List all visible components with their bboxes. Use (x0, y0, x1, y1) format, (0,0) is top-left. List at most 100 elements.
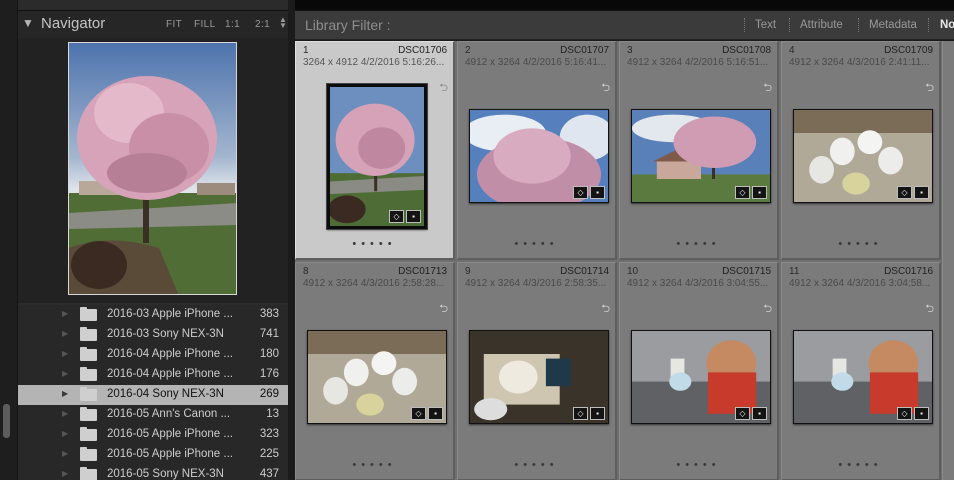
navigator-preview[interactable] (18, 38, 288, 303)
keyword-tag-icon[interactable]: ◇ (735, 407, 750, 420)
thumbnail[interactable]: ◇ ▪ (469, 109, 609, 203)
rating-dots[interactable]: ••••• (620, 459, 777, 471)
folder-row[interactable]: ▶ 2016-05 Apple iPhone ... 225 (18, 445, 288, 465)
rotate-icon[interactable]: ⮌ (439, 300, 448, 319)
rating-dots[interactable]: ••••• (782, 459, 939, 471)
disclosure-arrow-icon[interactable]: ▶ (62, 449, 68, 458)
filter-separator (744, 18, 745, 32)
folder-row[interactable]: ▶ 2016-03 Apple iPhone ... 383 (18, 305, 288, 325)
thumbnail[interactable]: ◇ ▪ (631, 330, 771, 424)
left-panel-scrollbar[interactable] (0, 0, 18, 480)
metadata-edit-icon[interactable]: ▪ (914, 186, 929, 199)
grid-cell[interactable]: 3 DSC01708 4912 x 3264 4/2/2016 5:16:51...… (619, 41, 779, 260)
metadata-edit-icon[interactable]: ▪ (428, 407, 443, 420)
folder-count: 269 (259, 388, 279, 400)
metadata-edit-icon[interactable]: ▪ (752, 407, 767, 420)
rating-dots[interactable]: ••••• (296, 459, 453, 471)
rotate-icon[interactable]: ⮌ (925, 300, 934, 319)
keyword-tag-icon[interactable]: ◇ (573, 407, 588, 420)
folder-row[interactable]: ▶ 2016-05 Sony NEX-3N 437 (18, 465, 288, 480)
cell-header: 10 DSC01715 4912 x 3264 4/3/2016 3:04:55..… (620, 263, 777, 290)
rating-dots[interactable]: ••••• (296, 238, 453, 250)
rating-dots[interactable]: ••••• (458, 459, 615, 471)
filter-none[interactable]: No (940, 19, 954, 31)
thumbnail[interactable]: ◇ ▪ (326, 83, 428, 230)
metadata-edit-icon[interactable]: ▪ (752, 186, 767, 199)
thumbnail-image (330, 87, 424, 226)
rotate-icon[interactable]: ⮌ (763, 300, 772, 319)
metadata-edit-icon[interactable]: ▪ (590, 186, 605, 199)
disclosure-arrow-icon[interactable]: ▶ (62, 409, 68, 418)
rotate-icon[interactable]: ⮌ (925, 79, 934, 98)
library-grid[interactable]: 1 DSC01706 3264 x 4912 4/2/2016 5:16:26...… (295, 41, 954, 480)
disclosure-arrow-icon[interactable]: ▶ (62, 309, 68, 318)
disclosure-arrow-icon[interactable]: ▶ (62, 329, 68, 338)
folder-icon (80, 407, 97, 421)
folder-row[interactable]: ▶ 2016-05 Ann's Canon ... 13 (18, 405, 288, 425)
thumbnail[interactable]: ◇ ▪ (793, 330, 933, 424)
keyword-tag-icon[interactable]: ◇ (897, 186, 912, 199)
filter-text[interactable]: Text (755, 19, 776, 31)
zoom-fill[interactable]: FILL (194, 19, 216, 30)
cell-index: 10 (627, 266, 639, 277)
folder-count: 13 (266, 408, 279, 420)
disclosure-arrow-icon[interactable]: ▶ (62, 429, 68, 438)
folder-row[interactable]: ▶ 2016-04 Apple iPhone ... 176 (18, 365, 288, 385)
rotate-icon[interactable]: ⮌ (439, 79, 448, 98)
folder-icon (80, 347, 97, 361)
cell-index: 9 (465, 266, 471, 277)
folder-name: 2016-04 Apple iPhone ... (107, 348, 233, 360)
metadata-edit-icon[interactable]: ▪ (590, 407, 605, 420)
rotate-icon[interactable]: ⮌ (601, 79, 610, 98)
folder-row[interactable]: ▶ 2016-04 Apple iPhone ... 180 (18, 345, 288, 365)
disclosure-arrow-icon[interactable]: ▶ (62, 369, 68, 378)
folder-count: 437 (259, 468, 279, 480)
folder-count: 180 (259, 348, 279, 360)
navigator-header[interactable]: ▼ Navigator FIT FILL 1:1 2:1 ▲ ▼ (18, 10, 288, 38)
grid-cell[interactable]: 2 DSC01707 4912 x 3264 4/2/2016 5:16:41...… (457, 41, 617, 260)
keyword-tag-icon[interactable]: ◇ (573, 186, 588, 199)
rating-dots[interactable]: ••••• (620, 238, 777, 250)
grid-cell[interactable]: 11 DSC01716 4912 x 3264 4/3/2016 3:04:58..… (781, 262, 941, 480)
cell-filename: DSC01708 (722, 45, 771, 56)
keyword-tag-icon[interactable]: ◇ (389, 210, 404, 223)
grid-cell[interactable]: 8 DSC01713 4912 x 3264 4/3/2016 2:58:28...… (295, 262, 455, 480)
thumbnail[interactable]: ◇ ▪ (631, 109, 771, 203)
rating-dots[interactable]: ••••• (782, 238, 939, 250)
thumbnail[interactable]: ◇ ▪ (793, 109, 933, 203)
folder-row[interactable]: ▶ 2016-03 Sony NEX-3N 741 (18, 325, 288, 345)
disclosure-arrow-icon[interactable]: ▶ (62, 349, 68, 358)
keyword-tag-icon[interactable]: ◇ (411, 407, 426, 420)
cell-metadata: 4912 x 3264 4/3/2016 2:58:35... (465, 278, 607, 289)
grid-cell[interactable]: 1 DSC01706 3264 x 4912 4/2/2016 5:16:26...… (295, 41, 455, 260)
folder-row[interactable]: ▶ 2016-05 Apple iPhone ... 323 (18, 425, 288, 445)
filter-separator (858, 18, 859, 32)
scrollbar-thumb[interactable] (3, 404, 10, 438)
zoom-fit[interactable]: FIT (166, 19, 182, 30)
cell-metadata: 4912 x 3264 4/3/2016 3:04:55... (627, 278, 769, 289)
disclosure-arrow-icon[interactable]: ▶ (62, 389, 68, 398)
metadata-edit-icon[interactable]: ▪ (914, 407, 929, 420)
folder-row[interactable]: ▶ 2016-04 Sony NEX-3N 269 (18, 385, 288, 405)
blossom-tree-image (69, 43, 236, 294)
metadata-edit-icon[interactable]: ▪ (406, 210, 421, 223)
thumbnail[interactable]: ◇ ▪ (469, 330, 609, 424)
keyword-tag-icon[interactable]: ◇ (897, 407, 912, 420)
zoom-stepper-icon[interactable]: ▲ ▼ (279, 16, 287, 30)
zoom-2-1[interactable]: 2:1 (255, 19, 270, 30)
folder-name: 2016-05 Apple iPhone ... (107, 428, 233, 440)
filter-attribute[interactable]: Attribute (800, 19, 843, 31)
collapse-triangle-icon[interactable]: ▼ (22, 16, 34, 30)
grid-cell[interactable]: 4 DSC01709 4912 x 3264 4/3/2016 2:41:11...… (781, 41, 941, 260)
rating-dots[interactable]: ••••• (458, 238, 615, 250)
grid-cell[interactable]: 9 DSC01714 4912 x 3264 4/3/2016 2:58:35...… (457, 262, 617, 480)
disclosure-arrow-icon[interactable]: ▶ (62, 469, 68, 478)
filter-metadata[interactable]: Metadata (869, 19, 917, 31)
thumbnail[interactable]: ◇ ▪ (307, 330, 447, 424)
keyword-tag-icon[interactable]: ◇ (735, 186, 750, 199)
rotate-icon[interactable]: ⮌ (601, 300, 610, 319)
grid-cell[interactable]: 10 DSC01715 4912 x 3264 4/3/2016 3:04:55..… (619, 262, 779, 480)
thumbnail-badges: ◇ ▪ (411, 407, 443, 420)
rotate-icon[interactable]: ⮌ (763, 79, 772, 98)
zoom-1-1[interactable]: 1:1 (225, 19, 240, 30)
